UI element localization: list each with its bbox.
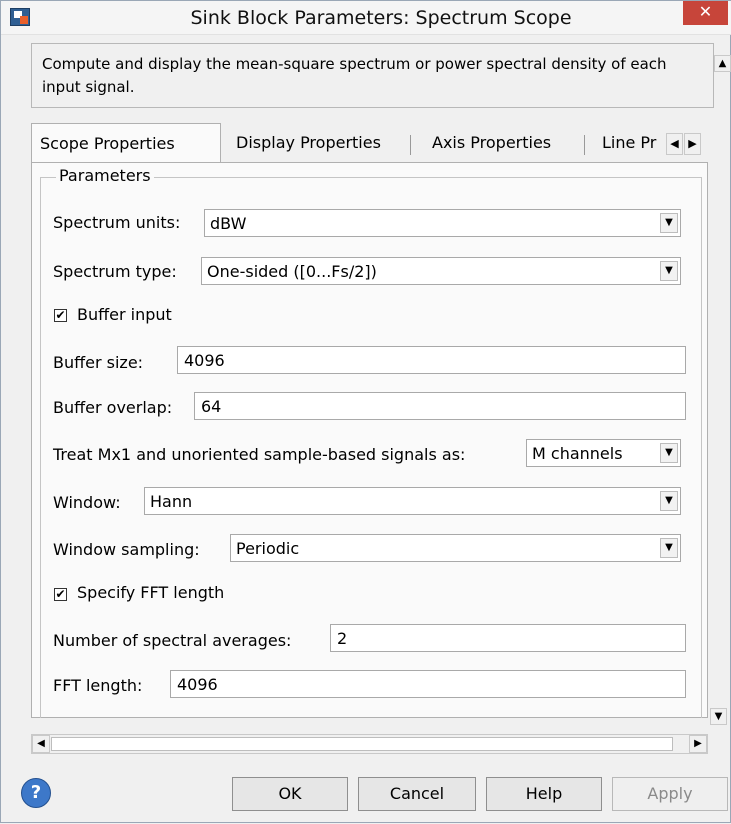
- parameters-group-label: Parameters: [56, 166, 154, 185]
- close-button[interactable]: ✕: [683, 1, 728, 25]
- simulink-app-icon: [10, 8, 30, 26]
- buffer-input-label: Buffer input: [77, 305, 172, 324]
- buffer-size-field[interactable]: [177, 346, 686, 374]
- fft-length-input[interactable]: [171, 671, 685, 697]
- help-icon[interactable]: ?: [21, 778, 51, 808]
- buffer-overlap-label: Buffer overlap:: [53, 398, 173, 417]
- spectrum-units-label: Spectrum units:: [53, 213, 181, 232]
- cancel-button[interactable]: Cancel: [358, 777, 476, 811]
- horizontal-scrollbar[interactable]: ◀ ▶: [31, 734, 708, 754]
- chevron-down-icon[interactable]: ▼: [660, 491, 678, 511]
- spectrum-units-value: dBW: [210, 214, 247, 233]
- chevron-down-icon[interactable]: ▼: [660, 443, 678, 463]
- spectrum-type-value: One-sided ([0...Fs/2]): [207, 262, 377, 281]
- tab-display-properties[interactable]: Display Properties: [228, 123, 403, 163]
- chevron-down-icon[interactable]: ▼: [660, 538, 678, 558]
- scroll-left-icon[interactable]: ◀: [32, 735, 50, 753]
- window-title: Sink Block Parameters: Spectrum Scope: [190, 7, 572, 29]
- buffer-input-checkbox[interactable]: ✔: [54, 309, 67, 322]
- spectrum-type-select[interactable]: One-sided ([0...Fs/2]) ▼: [201, 257, 681, 285]
- apply-button[interactable]: Apply: [612, 777, 728, 811]
- treat-mx1-select[interactable]: M channels ▼: [526, 439, 681, 467]
- app-icon-part-orange: [20, 16, 28, 24]
- specify-fft-length-checkbox[interactable]: ✔: [54, 588, 67, 601]
- description-scroll-up-icon[interactable]: ▲: [714, 55, 731, 72]
- buffer-size-label: Buffer size:: [53, 353, 144, 372]
- fft-length-field[interactable]: [170, 670, 686, 698]
- tab-scope-properties[interactable]: Scope Properties: [31, 123, 221, 163]
- window-label: Window:: [53, 493, 121, 512]
- chevron-down-icon[interactable]: ▼: [660, 261, 678, 281]
- buffer-size-input[interactable]: [178, 347, 685, 373]
- title-bar: Sink Block Parameters: Spectrum Scope ✕: [1, 1, 731, 35]
- spectrum-type-label: Spectrum type:: [53, 262, 177, 281]
- specify-fft-length-label: Specify FFT length: [77, 583, 225, 602]
- window-value: Hann: [150, 492, 193, 511]
- window-sampling-select[interactable]: Periodic ▼: [230, 534, 681, 562]
- description-box: Compute and display the mean-square spec…: [31, 43, 714, 108]
- tab-scroll-left-icon[interactable]: ◀: [666, 133, 683, 155]
- buffer-overlap-input[interactable]: [195, 393, 685, 419]
- buffer-overlap-field[interactable]: [194, 392, 686, 420]
- spectral-averages-label: Number of spectral averages:: [53, 631, 292, 650]
- window-select[interactable]: Hann ▼: [144, 487, 681, 515]
- treat-mx1-value: M channels: [532, 444, 623, 463]
- help-button[interactable]: Help: [486, 777, 602, 811]
- panel-scroll-down-icon[interactable]: ▼: [710, 708, 727, 725]
- treat-mx1-label: Treat Mx1 and unoriented sample-based si…: [53, 445, 466, 464]
- spectral-averages-input[interactable]: [331, 625, 685, 651]
- tab-axis-properties[interactable]: Axis Properties: [424, 123, 579, 163]
- tab-scroll-right-icon[interactable]: ▶: [684, 133, 701, 155]
- scroll-right-icon[interactable]: ▶: [689, 735, 707, 753]
- spectrum-units-select[interactable]: dBW ▼: [204, 209, 681, 237]
- scrollbar-thumb[interactable]: [51, 737, 673, 751]
- fft-length-label: FFT length:: [53, 676, 143, 695]
- chevron-down-icon[interactable]: ▼: [660, 213, 678, 233]
- tab-strip: Scope Properties Display Properties Axis…: [31, 123, 711, 163]
- block-description: Compute and display the mean-square spec…: [42, 55, 667, 96]
- scope-properties-panel: Parameters Spectrum units: dBW ▼ Spectru…: [31, 162, 708, 718]
- tab-line-properties[interactable]: Line Pr: [594, 123, 674, 163]
- tab-separator: [410, 135, 411, 155]
- parameters-group: Parameters Spectrum units: dBW ▼ Spectru…: [40, 166, 702, 718]
- window-sampling-label: Window sampling:: [53, 540, 200, 559]
- tab-separator: [584, 135, 585, 155]
- dialog-window: Sink Block Parameters: Spectrum Scope ✕ …: [0, 0, 731, 823]
- spectral-averages-field[interactable]: [330, 624, 686, 652]
- ok-button[interactable]: OK: [232, 777, 348, 811]
- window-sampling-value: Periodic: [236, 539, 300, 558]
- button-bar: ? OK Cancel Help Apply: [1, 766, 731, 824]
